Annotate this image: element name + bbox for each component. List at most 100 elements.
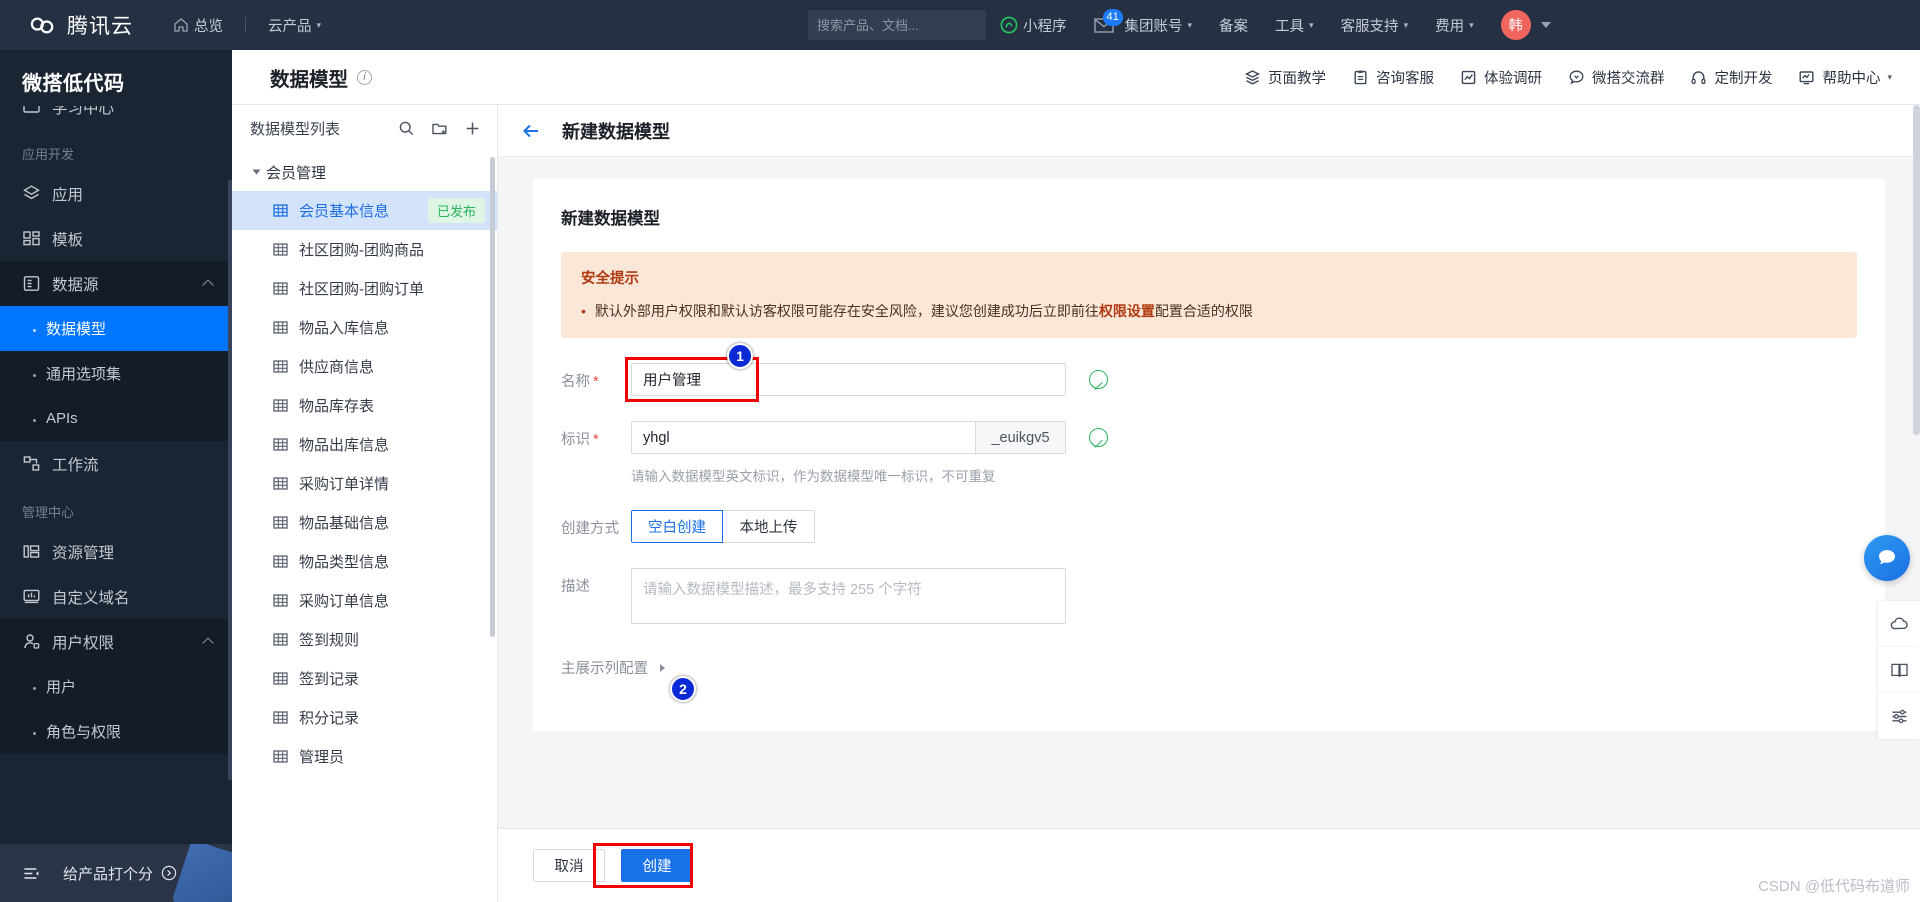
nav-tools[interactable]: 工具 ▾ bbox=[1275, 15, 1314, 36]
create-mode-blank-button[interactable]: 空白创建 bbox=[631, 510, 723, 544]
action-contact-support[interactable]: 咨询客服 bbox=[1352, 67, 1434, 88]
list-item[interactable]: 积分记录 bbox=[232, 698, 497, 737]
chevron-down-icon bbox=[1540, 22, 1551, 28]
page-scrollbar[interactable] bbox=[1913, 105, 1920, 435]
bullet-icon bbox=[33, 418, 36, 422]
action-community-group[interactable]: 微搭交流群 bbox=[1568, 67, 1664, 88]
field-label-text: 标识 bbox=[561, 432, 590, 449]
expander-label: 主展示列配置 bbox=[561, 661, 648, 678]
list-item[interactable]: 签到记录 bbox=[232, 659, 497, 698]
sidebar-item-workflow[interactable]: 工作流 bbox=[0, 441, 232, 486]
list-item[interactable]: 管理员 bbox=[232, 737, 497, 776]
nav-filing[interactable]: 备案 bbox=[1219, 15, 1248, 36]
plus-icon[interactable] bbox=[464, 120, 481, 137]
list-item[interactable]: 物品类型信息 bbox=[232, 542, 497, 581]
notice-text-before: 默认外部用户权限和默认访客权限可能存在安全风险，建议您创建成功后立即前往 bbox=[594, 303, 1099, 319]
support-chat-button[interactable] bbox=[1864, 535, 1910, 581]
create-button[interactable]: 创建 bbox=[621, 849, 693, 882]
tree-group-member-management[interactable]: 会员管理 bbox=[232, 153, 497, 191]
list-item[interactable]: 物品入库信息 bbox=[232, 308, 497, 347]
identifier-input[interactable] bbox=[631, 421, 975, 455]
table-icon bbox=[273, 750, 288, 763]
arrow-left-icon[interactable] bbox=[520, 120, 542, 142]
callout-2: 2 bbox=[670, 676, 696, 702]
table-icon bbox=[273, 633, 288, 646]
name-input[interactable] bbox=[631, 363, 1066, 397]
arrow-right-circle-icon[interactable] bbox=[161, 865, 177, 881]
user-menu[interactable]: 韩 bbox=[1500, 10, 1551, 40]
list-item[interactable]: 供应商信息 bbox=[232, 347, 497, 386]
chevron-down-icon: ▾ bbox=[1887, 71, 1892, 82]
sidebar-item-datamodel[interactable]: 数据模型 bbox=[0, 306, 232, 351]
brand-name: 腾讯云 bbox=[67, 15, 133, 38]
sidebar-item-label: 自定义域名 bbox=[52, 589, 130, 607]
sidebar-item-optionsets[interactable]: 通用选项集 bbox=[0, 351, 232, 396]
new-folder-icon[interactable] bbox=[431, 120, 448, 137]
sidebar-item-users[interactable]: 用户 bbox=[0, 664, 232, 709]
tree-item-label: 物品库存表 bbox=[299, 398, 375, 415]
list-panel-scrollbar[interactable] bbox=[490, 157, 495, 637]
tree-item-label: 签到规则 bbox=[299, 632, 360, 649]
list-item[interactable]: 采购订单详情 bbox=[232, 464, 497, 503]
sidebar-item-datasource[interactable]: 数据源 bbox=[0, 261, 232, 306]
info-icon[interactable]: i bbox=[357, 69, 373, 85]
action-custom-development[interactable]: 定制开发 bbox=[1690, 67, 1772, 88]
user-shield-icon bbox=[24, 634, 40, 649]
nav-group-account[interactable]: 41 集团账号 ▾ bbox=[1093, 8, 1192, 36]
bullet-icon: • bbox=[581, 303, 586, 319]
main-display-column-expander[interactable]: 主展示列配置 bbox=[561, 657, 1857, 678]
list-panel-actions bbox=[398, 120, 481, 137]
table-icon bbox=[273, 399, 288, 412]
datamodel-list-panel: 数据模型列表 会员管理 会员基本信息 已发布 社区团购-团购商品 社区团购-团购… bbox=[232, 105, 498, 902]
list-item[interactable]: 社区团购-团购商品 bbox=[232, 230, 497, 269]
list-item[interactable]: 签到规则 bbox=[232, 620, 497, 659]
main-content: 新建数据模型 新建数据模型 安全提示 • 默认外部用户权限和默认访客权限可能存在… bbox=[498, 105, 1920, 902]
nav-miniprogram[interactable]: 小程序 bbox=[1000, 15, 1067, 36]
sidebar-item-apis[interactable]: APIs bbox=[0, 396, 232, 441]
documentation-button[interactable] bbox=[1878, 647, 1920, 693]
create-mode-upload-button[interactable]: 本地上传 bbox=[723, 510, 815, 544]
nav-cloud-products[interactable]: 云产品 ▾ bbox=[268, 15, 321, 36]
settings-sliders-button[interactable] bbox=[1878, 693, 1920, 739]
description-textarea[interactable] bbox=[631, 568, 1066, 625]
permission-settings-link[interactable]: 权限设置 bbox=[1099, 303, 1155, 319]
sidebar-item-roles[interactable]: 角色与权限 bbox=[0, 709, 232, 754]
form-footer-bar: 取消 创建 bbox=[498, 828, 1920, 902]
action-page-tutorial[interactable]: 页面教学 bbox=[1244, 67, 1326, 88]
table-icon bbox=[273, 204, 288, 217]
sidebar-item-learning-clipped[interactable]: 学习中心 bbox=[0, 106, 232, 128]
sidebar-item-resource[interactable]: 资源管理 bbox=[0, 529, 232, 574]
list-item[interactable]: 物品库存表 bbox=[232, 386, 497, 425]
table-icon bbox=[273, 477, 288, 490]
rate-product-label[interactable]: 给产品打个分 bbox=[63, 863, 153, 884]
search-input[interactable] bbox=[817, 17, 993, 33]
action-help-center[interactable]: 帮助中心 ▾ bbox=[1798, 67, 1892, 88]
sidebar-item-app[interactable]: 应用 bbox=[0, 171, 232, 216]
sidebar-footer: 给产品打个分 bbox=[0, 844, 232, 902]
nav-support[interactable]: 客服支持 ▾ bbox=[1341, 15, 1409, 36]
list-item[interactable]: 社区团购-团购订单 bbox=[232, 269, 497, 308]
content-breadcrumb-bar: 新建数据模型 bbox=[498, 105, 1920, 157]
cloud-upload-button[interactable] bbox=[1878, 601, 1920, 647]
support-chat-icon bbox=[1879, 550, 1895, 565]
sidebar-item-domain[interactable]: 自定义域名 bbox=[0, 574, 232, 619]
ribbon-decoration bbox=[171, 844, 232, 902]
tree-item-label: 签到记录 bbox=[299, 671, 360, 688]
sidebar-item-label: 通用选项集 bbox=[46, 366, 122, 383]
collapse-icon[interactable] bbox=[22, 864, 41, 883]
brand-logo-group[interactable]: 腾讯云 bbox=[28, 10, 133, 40]
nav-divider bbox=[245, 17, 246, 33]
sidebar-item-userpermission[interactable]: 用户权限 bbox=[0, 619, 232, 664]
database-icon bbox=[23, 276, 40, 291]
action-experience-survey[interactable]: 体验调研 bbox=[1460, 67, 1542, 88]
sidebar-item-template[interactable]: 模板 bbox=[0, 216, 232, 261]
nav-overview[interactable]: 总览 bbox=[173, 15, 223, 36]
nav-billing[interactable]: 费用 ▾ bbox=[1435, 15, 1474, 36]
global-search[interactable] bbox=[808, 10, 993, 40]
tree-item-selected[interactable]: 会员基本信息 已发布 bbox=[232, 191, 497, 230]
search-icon[interactable] bbox=[398, 120, 415, 137]
list-item[interactable]: 物品基础信息 bbox=[232, 503, 497, 542]
list-item[interactable]: 物品出库信息 bbox=[232, 425, 497, 464]
cancel-button[interactable]: 取消 bbox=[533, 849, 605, 882]
list-item[interactable]: 采购订单信息 bbox=[232, 581, 497, 620]
